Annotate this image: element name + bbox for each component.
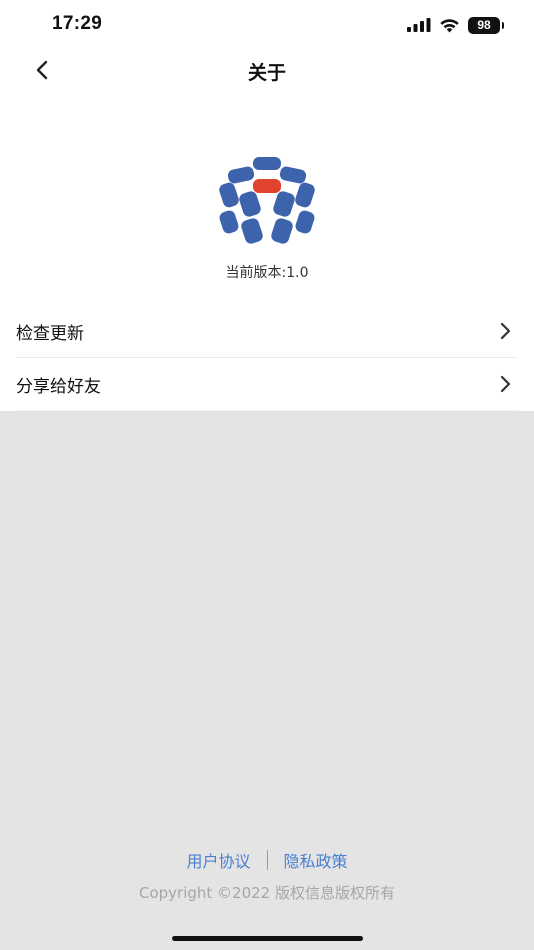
- footer-links: 用户协议 隐私政策: [0, 848, 534, 872]
- copyright-text: Copyright ©2022 版权信息版权所有: [138, 884, 395, 902]
- privacy-policy-link[interactable]: 隐私政策: [268, 848, 364, 872]
- menu-item-label: 分享给好友: [16, 376, 101, 397]
- menu-item-label: 检查更新: [16, 323, 84, 344]
- page-title: 关于: [247, 62, 286, 84]
- menu-item-share[interactable]: 分享给好友: [16, 358, 518, 411]
- signal-icon: [407, 18, 431, 32]
- battery-icon: 98: [468, 16, 504, 34]
- status-time: 17:29: [52, 13, 103, 34]
- menu-list: 检查更新 分享给好友: [0, 305, 534, 411]
- status-icons: 98: [407, 15, 504, 35]
- status-bar: 17:29 98: [0, 0, 534, 48]
- chevron-right-icon: [500, 375, 511, 393]
- user-agreement-link[interactable]: 用户协议: [170, 848, 266, 872]
- nav-bar: 关于: [0, 48, 534, 92]
- version-text: 当前版本:1.0: [225, 265, 309, 281]
- wifi-icon: [440, 18, 459, 32]
- cube-logo-icon: [219, 157, 315, 244]
- home-indicator: [172, 936, 363, 941]
- battery-level: 98: [477, 18, 491, 32]
- chevron-right-icon: [500, 322, 511, 340]
- menu-item-check-update[interactable]: 检查更新: [16, 305, 518, 358]
